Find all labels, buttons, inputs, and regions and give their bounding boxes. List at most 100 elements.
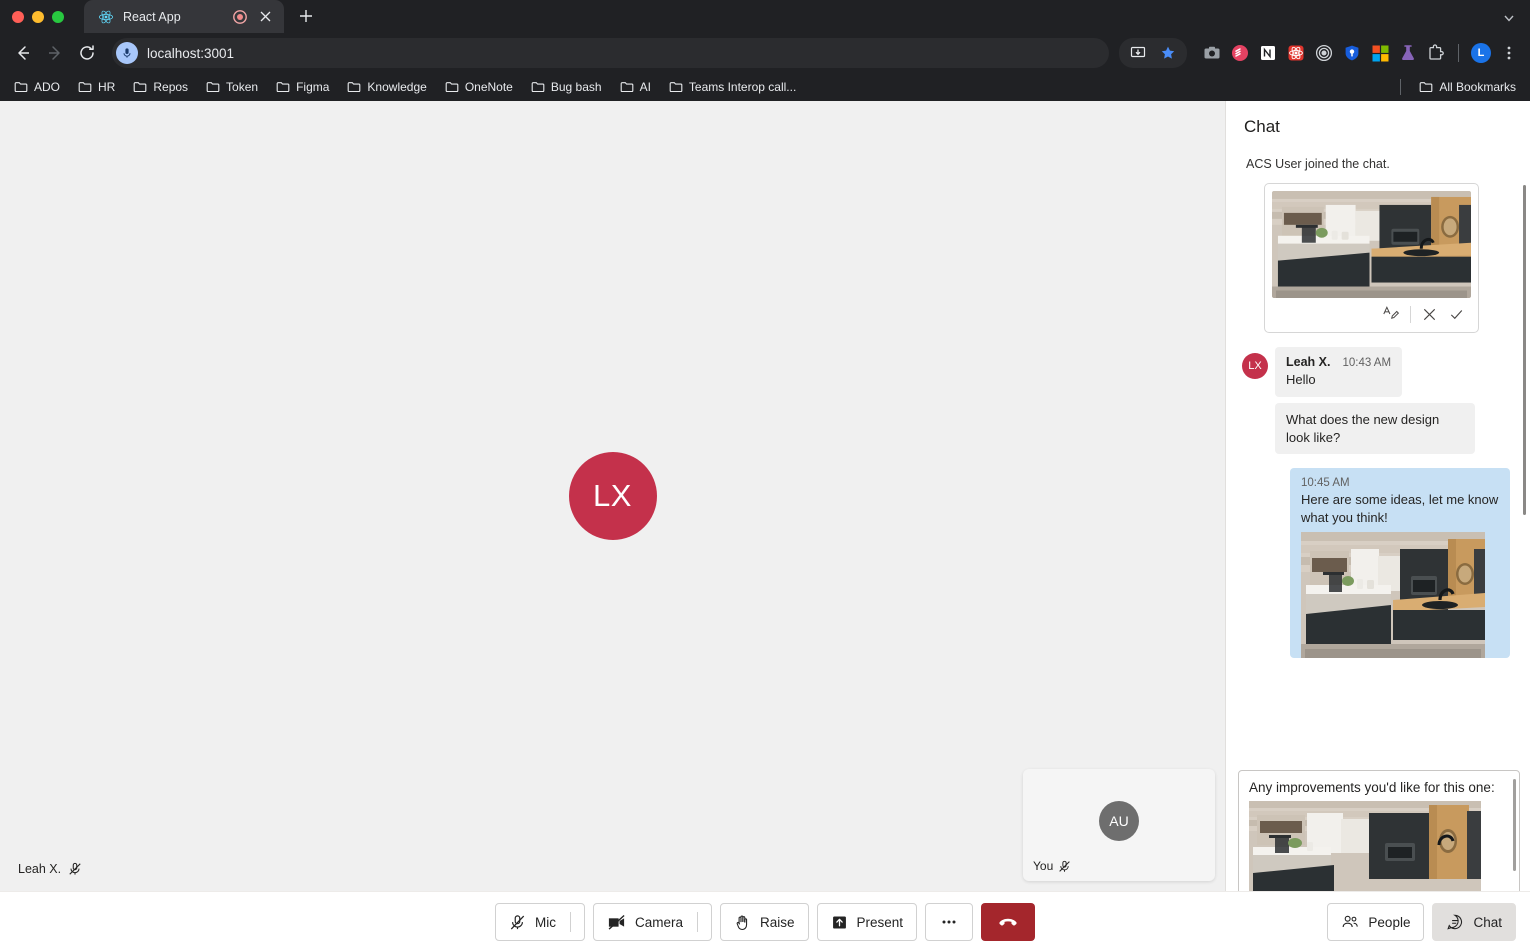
all-bookmarks-label: All Bookmarks [1439, 80, 1516, 94]
more-horizontal-icon [940, 913, 958, 931]
todoist-icon[interactable] [1227, 40, 1253, 66]
close-window-button[interactable] [12, 11, 24, 23]
mic-button[interactable]: Mic [494, 903, 585, 941]
bookmark-item-bug-bash[interactable]: Bug bash [523, 77, 610, 97]
checkmark-icon[interactable] [1448, 306, 1465, 323]
close-icon[interactable] [1421, 306, 1438, 323]
close-icon[interactable] [257, 8, 274, 25]
reload-icon[interactable] [72, 38, 102, 68]
bookmark-label: ADO [34, 80, 61, 94]
bookmark-label: Knowledge [367, 80, 427, 94]
present-button[interactable]: Present [816, 903, 918, 941]
extensions-puzzle-icon[interactable] [1423, 40, 1449, 66]
composer-image-attachment[interactable] [1249, 801, 1481, 893]
more-options-button[interactable] [925, 903, 974, 941]
microsoft-icon[interactable] [1367, 40, 1393, 66]
people-button-label: People [1368, 914, 1411, 930]
bookmark-star-icon[interactable] [1155, 40, 1181, 66]
people-button[interactable]: People [1327, 903, 1425, 941]
mic-split-divider[interactable] [569, 912, 571, 932]
screenshot-camera-icon[interactable] [1199, 40, 1225, 66]
hangup-phone-icon [997, 911, 1019, 933]
camera-button[interactable]: Camera [592, 903, 712, 941]
tab-title: React App [123, 9, 181, 24]
minimize-window-button[interactable] [32, 11, 44, 23]
notion-icon[interactable] [1255, 40, 1281, 66]
back-arrow-icon[interactable] [8, 38, 38, 68]
chat-message-incoming: LX Leah X. 10:43 AM Hello [1242, 347, 1514, 397]
flask-beaker-icon[interactable] [1395, 40, 1421, 66]
react-devtools-icon[interactable] [1283, 40, 1309, 66]
kitchen-image-thumbnail[interactable] [1272, 191, 1471, 299]
bookmark-item-hr[interactable]: HR [70, 77, 123, 97]
bookmark-item-ado[interactable]: ADO [6, 77, 68, 97]
bookmark-item-knowledge[interactable]: Knowledge [339, 77, 434, 97]
bookmark-item-token[interactable]: Token [198, 77, 266, 97]
bookmarks-divider [1400, 79, 1402, 95]
chat-message-incoming-continuation: What does the new design look like? [1275, 403, 1475, 455]
browser-chrome: React App localhost:3001 L ADO HR Repos … [0, 0, 1530, 101]
main-participant-name: Leah X. [18, 862, 62, 876]
main-participant-initials: LX [593, 478, 632, 513]
call-control-bar: Mic Camera Raise Present People Chat [0, 891, 1530, 952]
call-controls-right: People Chat [1327, 903, 1516, 941]
bookmark-item-onenote[interactable]: OneNote [437, 77, 521, 97]
bookmark-item-ai[interactable]: AI [612, 77, 659, 97]
maximize-window-button[interactable] [52, 11, 64, 23]
toolbar-icon-group: L [1119, 38, 1522, 68]
chat-button-label: Chat [1473, 914, 1502, 930]
target-icon[interactable] [1311, 40, 1337, 66]
all-bookmarks-button[interactable]: All Bookmarks [1411, 77, 1524, 97]
chevron-down-icon[interactable] [1502, 11, 1530, 33]
forward-arrow-icon[interactable] [40, 38, 70, 68]
chat-message-list: ACS User joined the chat. LX Leah X. 10:… [1226, 143, 1530, 762]
chat-header-title: Chat [1244, 117, 1280, 136]
install-app-icon[interactable] [1125, 40, 1151, 66]
hangup-button[interactable] [981, 903, 1036, 941]
mic-off-icon [68, 862, 82, 876]
bitwarden-icon[interactable] [1339, 40, 1365, 66]
message-text: Here are some ideas, let me know what yo… [1301, 492, 1499, 525]
composer-text[interactable]: Any improvements you'd like for this one… [1249, 780, 1509, 795]
chat-button[interactable]: Chat [1432, 903, 1516, 941]
people-icon [1341, 913, 1359, 931]
recording-indicator-icon[interactable] [232, 9, 248, 25]
composer-scrollbar[interactable] [1513, 779, 1516, 871]
mic-off-icon [509, 914, 526, 931]
main-participant-label: Leah X. [12, 859, 88, 879]
main-participant-avatar: LX [568, 452, 657, 540]
browser-tab[interactable]: React App [84, 0, 284, 33]
self-avatar: AU [1099, 800, 1139, 841]
message-author: Leah X. [1286, 355, 1331, 370]
new-tab-button[interactable] [292, 2, 320, 30]
self-tile-label: You [1033, 859, 1071, 873]
three-dots-vertical-icon[interactable] [1496, 40, 1522, 66]
camera-split-divider[interactable] [696, 912, 698, 932]
self-video-tile[interactable]: AU You [1023, 769, 1215, 881]
annotate-text-icon[interactable] [1382, 305, 1400, 323]
address-bar[interactable]: localhost:3001 [112, 38, 1109, 68]
bookmark-label: OneNote [464, 80, 513, 94]
chat-message-outgoing: 10:45 AM Here are some ideas, let me kno… [1290, 468, 1510, 659]
message-meta: Leah X. 10:43 AM [1286, 355, 1391, 369]
raise-hand-button[interactable]: Raise [719, 903, 809, 941]
microphone-icon[interactable] [116, 42, 138, 64]
attachment-card[interactable] [1264, 183, 1479, 334]
bookmark-label: Token [226, 80, 259, 94]
kitchen-image-attachment[interactable] [1301, 532, 1485, 659]
app-page: LX Leah X. AU You Chat ACS User joined t… [0, 101, 1530, 952]
bookmark-item-teams-interop[interactable]: Teams Interop call... [661, 77, 804, 97]
bookmark-item-figma[interactable]: Figma [268, 77, 337, 97]
raise-hand-icon [734, 914, 751, 931]
bookmark-item-repos[interactable]: Repos [125, 77, 196, 97]
message-avatar-initials: LX [1248, 360, 1262, 373]
bookmark-label: HR [98, 80, 116, 94]
message-text: What does the new design look like? [1286, 412, 1440, 445]
profile-avatar[interactable]: L [1468, 40, 1494, 66]
call-stage-container: LX Leah X. AU You [0, 101, 1225, 952]
browser-toolbar: localhost:3001 L [0, 33, 1530, 73]
attachment-divider [1410, 305, 1411, 323]
message-timestamp: 10:45 AM [1301, 477, 1350, 490]
self-name: You [1033, 859, 1054, 873]
chat-scrollbar[interactable] [1523, 185, 1526, 515]
